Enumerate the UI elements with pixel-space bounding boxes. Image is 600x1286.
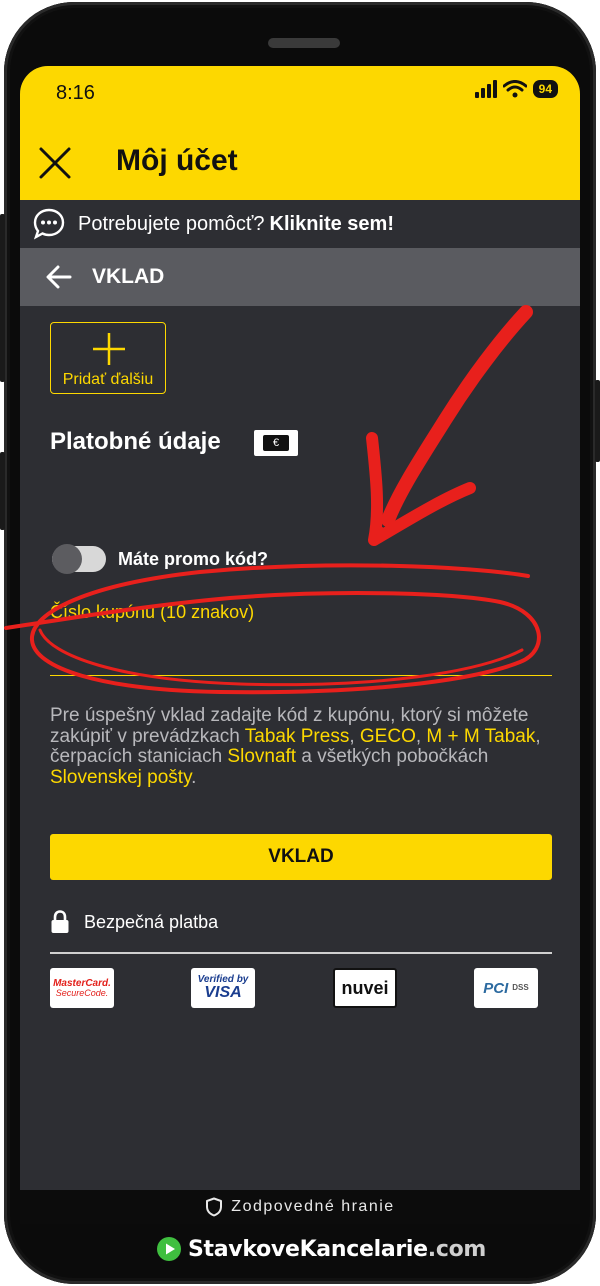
help-bar[interactable]: Potrebujete pomôcť? Kliknite sem! [20, 200, 580, 248]
toggle-knob [52, 544, 82, 574]
status-icons: 94 [474, 80, 558, 98]
arrow-left-icon[interactable] [46, 264, 72, 290]
wifi-icon [502, 80, 527, 98]
chat-bubble-icon [33, 208, 65, 240]
promo-code-toggle[interactable] [52, 544, 106, 574]
secure-payment-row: Bezpečná platba [50, 910, 218, 934]
logo-text: VISA [204, 984, 242, 1001]
deposit-form: Pridať ďalšiu Platobné údaje € Máte prom… [20, 306, 580, 1190]
coupon-number-label: Číslo kupónu (10 znakov) [50, 602, 255, 622]
section-header: VKLAD [20, 248, 580, 306]
deposit-button[interactable]: VKLAD [50, 834, 552, 880]
play-circle-icon [157, 1237, 181, 1261]
payment-details-heading: Platobné údaje [50, 428, 221, 455]
link-tabak-press[interactable]: Tabak Press [245, 726, 350, 747]
secure-payment-label: Bezpečná platba [84, 911, 219, 932]
logo-text: SecureCode. [55, 987, 109, 998]
link-geco[interactable]: GECO [360, 726, 416, 747]
phone-side-button [595, 380, 600, 462]
euro-banknote-icon: € [254, 430, 298, 456]
battery-icon: 94 [532, 80, 558, 98]
mastercard-securecode-logo: MasterCard. SecureCode. [50, 968, 114, 1008]
promo-code-row: Máte promo kód? [52, 544, 269, 574]
responsible-gaming-label: Zodpovedné hranie [231, 1198, 395, 1215]
phone-side-button [0, 452, 5, 530]
link-mm-tabak[interactable]: M + M Tabak [426, 726, 535, 747]
help-question: Potrebujete pomôcť? [78, 212, 265, 235]
add-payment-method-label: Pridať ďalšiu [62, 371, 154, 388]
help-link[interactable]: Kliknite sem! [270, 213, 394, 235]
app-header: 8:16 94 Môj účet [20, 66, 580, 200]
logo-text: PCI [483, 979, 509, 997]
divider [50, 952, 552, 954]
coupon-number-input[interactable] [50, 626, 552, 676]
signal-icon [474, 80, 497, 98]
status-time: 8:16 [56, 82, 95, 104]
phone-side-button [0, 214, 5, 382]
verified-by-visa-logo: Verified by VISA [191, 968, 255, 1008]
info-text-part: , [349, 725, 360, 747]
link-slovenska-posta[interactable]: Slovenskej pošty [50, 767, 191, 788]
euro-symbol: € [263, 435, 289, 451]
lock-icon [51, 910, 69, 933]
phone-speaker [268, 38, 340, 48]
help-text: Potrebujete pomôcť? Kliknite sem! [78, 213, 394, 236]
payment-logos: MasterCard. SecureCode. Verified by VISA… [50, 968, 540, 1010]
coupon-info-text: Pre úspešný vklad zadajte kód z kupónu, … [50, 705, 556, 788]
close-icon[interactable] [38, 146, 72, 180]
add-payment-method-button[interactable]: Pridať ďalšiu [50, 322, 166, 394]
link-slovnaft[interactable]: Slovnaft [227, 746, 296, 767]
plus-icon [93, 333, 125, 365]
promo-code-label: Máte promo kód? [118, 548, 269, 569]
app-screen: 8:16 94 Môj účet Potrebujete pomôcť? Klik… [20, 66, 580, 1224]
shield-icon [206, 1197, 223, 1217]
brand-name-text: StavkoveKancelarie [188, 1236, 428, 1262]
nuvei-logo: nuvei [333, 968, 397, 1008]
responsible-gaming-bar[interactable]: Zodpovedné hranie [20, 1190, 580, 1224]
logo-text: nuvei [341, 978, 389, 998]
section-title: VKLAD [92, 265, 165, 288]
logo-text: DSS [512, 983, 529, 992]
page-title: Môj účet [116, 144, 238, 177]
brand-name: StavkoveKancelarie.com [188, 1237, 486, 1262]
info-text-part: . [191, 766, 197, 788]
logo-text: MasterCard. [53, 977, 111, 989]
watermark-brand: StavkoveKancelarie.com [156, 1236, 486, 1262]
info-text-part: a všetkých pobočkách [296, 746, 489, 767]
brand-suffix: .com [427, 1236, 487, 1262]
pci-dss-logo: PCI DSS [474, 968, 538, 1008]
info-text-part: , [415, 725, 427, 747]
